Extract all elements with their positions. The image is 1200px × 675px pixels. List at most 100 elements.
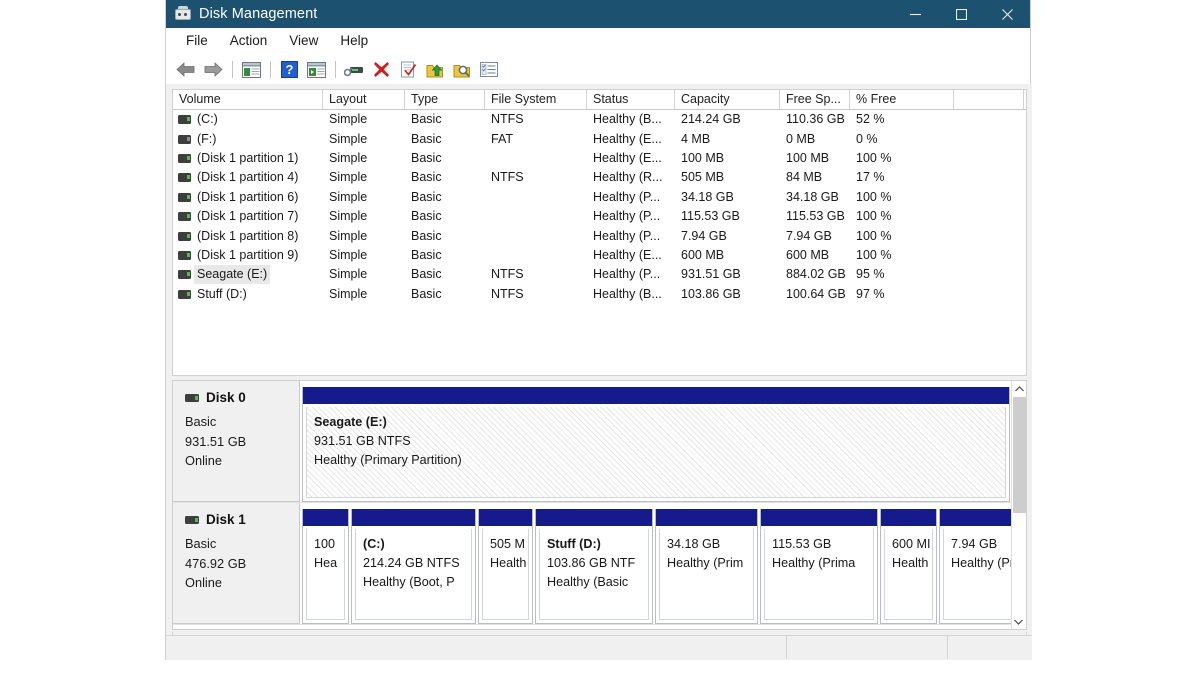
volume-drive-icon [178,135,191,144]
disk-info-panel[interactable]: Disk 0Basic931.51 GBOnline [173,381,300,502]
table-row[interactable]: (Disk 1 partition 1)SimpleBasicHealthy (… [173,149,1026,168]
cell-capacity: 505 MB [675,168,780,187]
cell-volume: (Disk 1 partition 9) [173,246,323,265]
cell-percent-free: 100 % [850,227,954,246]
partition-block[interactable]: Stuff (D:)103.86 GB NTFHealthy (Basic [535,509,653,624]
partition-size: 100 [314,535,339,554]
partition-block[interactable]: Seagate (E:)931.51 GB NTFSHealthy (Prima… [302,387,1010,502]
find-icon[interactable] [450,59,474,81]
partition-block[interactable]: (C:)214.24 GB NTFSHealthy (Boot, P [351,509,476,624]
minimize-button[interactable] [892,0,938,28]
column-header-status[interactable]: Status [587,90,675,109]
column-header-layout[interactable]: Layout [323,90,405,109]
volume-drive-icon [178,232,191,241]
partition-block[interactable]: 115.53 GBHealthy (Prima [760,509,878,624]
cell-file-system: NTFS [485,168,587,187]
partition-block[interactable]: 600 MIHealth [880,509,937,624]
partition-size: 600 MI [892,535,927,554]
menu-item-action[interactable]: Action [219,31,279,52]
cell-file-system: FAT [485,130,587,149]
forward-arrow-icon[interactable] [201,59,225,81]
scroll-down-arrow-icon[interactable] [1012,614,1025,629]
toolbar-separator [232,61,233,78]
cell-layout: Simple [323,188,405,207]
table-row[interactable]: (C:)SimpleBasicNTFSHealthy (B...214.24 G… [173,110,1026,129]
column-header-blank[interactable] [954,90,1024,109]
menu-item-view[interactable]: View [278,31,329,52]
close-button[interactable] [984,0,1030,28]
partition-status: Healthy (Prim [667,554,748,573]
export-list-icon[interactable] [423,59,447,81]
show-console-tree-icon[interactable] [239,59,263,81]
cell-type: Basic [405,246,485,265]
back-arrow-icon[interactable] [174,59,198,81]
column-header-type[interactable]: Type [405,90,485,109]
properties-icon[interactable] [396,59,420,81]
cell-type: Basic [405,227,485,246]
column-header--free[interactable]: % Free [850,90,954,109]
column-header-free-sp[interactable]: Free Sp... [780,90,850,109]
scrollbar-thumb[interactable] [1013,397,1026,513]
column-header-file-system[interactable]: File System [485,90,587,109]
cell-layout: Simple [323,246,405,265]
cell-volume: (Disk 1 partition 4) [173,168,323,187]
cell-status: Healthy (P... [587,188,675,207]
partition-status: Healthy (Boot, P [363,573,466,592]
menu-item-help[interactable]: Help [329,31,379,52]
graphical-view-scrollbar[interactable] [1011,381,1026,629]
cell-volume: (Disk 1 partition 8) [173,227,323,246]
disk-partition-bar: 100Hea(C:)214.24 GB NTFSHealthy (Boot, P… [300,503,1027,624]
disk-size: 931.51 GB [185,432,299,452]
menu-item-file[interactable]: File [175,31,219,52]
cell-percent-free: 100 % [850,207,954,226]
delete-icon[interactable] [369,59,393,81]
detail-view-icon[interactable] [477,59,501,81]
volume-drive-icon [178,251,191,260]
volume-label: (C:) [197,110,218,129]
table-row[interactable]: (F:)SimpleBasicFATHealthy (E...4 MB0 MB0… [173,129,1026,148]
volume-label: Stuff (D:) [197,285,247,304]
table-row[interactable]: (Disk 1 partition 8)SimpleBasicHealthy (… [173,226,1026,245]
table-row[interactable]: Seagate (E:)SimpleBasicNTFSHealthy (P...… [173,265,1026,284]
volume-drive-icon [178,154,191,163]
partition-status: Healthy (Prima [772,554,868,573]
scroll-up-arrow-icon[interactable] [1012,381,1026,396]
cell-percent-free: 100 % [850,149,954,168]
cell-free-space: 115.53 GB [780,207,850,226]
partition-size: 505 M [490,535,523,554]
cell-capacity: 4 MB [675,130,780,149]
cell-file-system: NTFS [485,110,587,129]
status-segment [787,636,948,659]
cell-capacity: 214.24 GB [675,110,780,129]
partition-block[interactable]: 505 MHealth [478,509,533,624]
cell-capacity: 600 MB [675,246,780,265]
volume-list[interactable]: VolumeLayoutTypeFile SystemStatusCapacit… [172,89,1027,376]
maximize-button[interactable] [938,0,984,28]
partition-color-bar [351,509,476,526]
partition-title: Seagate (E:) [314,413,1000,432]
cell-status: Healthy (P... [587,207,675,226]
disk-name: Disk 1 [206,512,246,527]
table-row[interactable]: Stuff (D:)SimpleBasicNTFSHealthy (B...10… [173,285,1026,304]
disk-info-panel[interactable]: Disk 1Basic476.92 GBOnline [173,503,300,624]
show-action-pane-icon[interactable] [304,59,328,81]
cell-status: Healthy (R... [587,168,675,187]
partition-block[interactable]: 100Hea [302,509,349,624]
table-row[interactable]: (Disk 1 partition 4)SimpleBasicNTFSHealt… [173,168,1026,187]
column-header-capacity[interactable]: Capacity [675,90,780,109]
partition-block[interactable]: 34.18 GBHealthy (Prim [655,509,758,624]
cell-volume: (C:) [173,110,323,129]
help-icon[interactable]: ? [277,59,301,81]
volume-list-rows: (C:)SimpleBasicNTFSHealthy (B...214.24 G… [173,110,1026,304]
rescan-disks-icon[interactable] [342,59,366,81]
column-header-volume[interactable]: Volume [173,90,323,109]
partition-text: 100Hea [306,529,345,620]
cell-capacity: 115.53 GB [675,207,780,226]
partition-status: Healthy (Primary Partition) [314,451,1000,470]
table-row[interactable]: (Disk 1 partition 7)SimpleBasicHealthy (… [173,207,1026,226]
table-row[interactable]: (Disk 1 partition 9)SimpleBasicHealthy (… [173,246,1026,265]
toolbar-separator [270,61,271,78]
cell-volume: (F:) [173,130,323,149]
table-row[interactable]: (Disk 1 partition 6)SimpleBasicHealthy (… [173,188,1026,207]
disk-title: Disk 0 [185,390,299,405]
